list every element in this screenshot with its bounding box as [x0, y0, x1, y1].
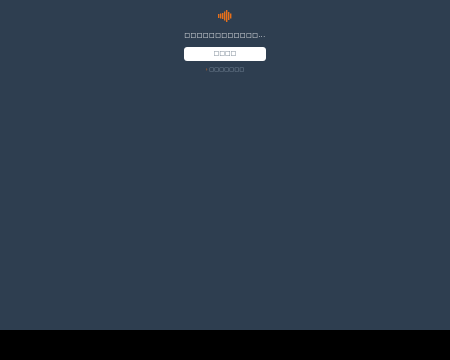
primary-action-button[interactable]: □□□□: [184, 47, 266, 61]
secondary-link[interactable]: › □□□□□□□: [0, 66, 450, 75]
soundcloud-logo-icon: [218, 10, 232, 22]
secondary-link-label: □□□□□□□: [209, 67, 245, 73]
bottom-bar: [0, 330, 450, 360]
status-message: □□□□□□□□□□□□...: [184, 32, 266, 39]
chevron-right-icon: ›: [205, 67, 208, 73]
app-screen: □□□□□□□□□□□□... □□□□ › □□□□□□□: [0, 0, 450, 330]
